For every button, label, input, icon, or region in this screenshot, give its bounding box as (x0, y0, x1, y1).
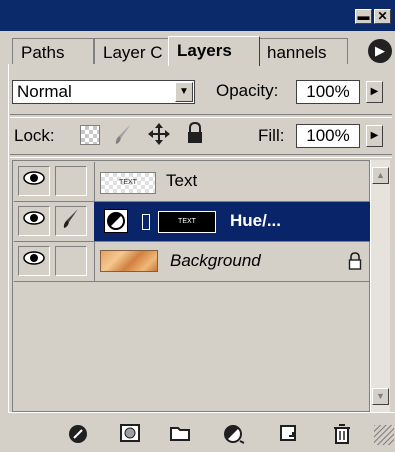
chevron-down-icon: ▼ (376, 391, 385, 401)
layer-lock-padlock-icon (348, 252, 362, 270)
tab-layers-label: Layers (177, 41, 232, 60)
opacity-input[interactable]: 100% (296, 80, 360, 104)
opacity-label: Opacity: (216, 81, 279, 100)
layer-row-text[interactable]: TEXT Text (14, 162, 370, 202)
adjustment-circle-icon (107, 212, 125, 230)
layer-link-slot[interactable] (55, 166, 87, 196)
close-icon: ✕ (377, 9, 388, 23)
layers-bottom-toolbar (8, 412, 395, 449)
new-layer-button[interactable] (276, 423, 300, 445)
chevron-down-icon: ▼ (179, 86, 189, 97)
blend-mode-select[interactable]: Normal ▼ (12, 80, 195, 104)
tab-layer-comps-label: Layer C (103, 43, 163, 62)
layer-link-slot[interactable] (55, 206, 87, 236)
add-layer-mask-icon (120, 424, 140, 442)
adjustment-layer-icon (224, 425, 245, 444)
tab-layer-comps[interactable]: Layer C (94, 38, 174, 65)
lock-all-padlock-icon[interactable] (186, 121, 204, 144)
column-divider (94, 242, 95, 281)
layers-list: TEXT Text TEXT Hue/... Background (12, 160, 370, 412)
opacity-slider-button[interactable]: ▶ (366, 81, 383, 103)
delete-trash-icon (334, 424, 350, 444)
blend-mode-value: Normal (17, 82, 72, 101)
visibility-toggle[interactable] (18, 246, 50, 276)
chevron-up-icon: ▲ (376, 170, 385, 180)
lock-transparent-icon[interactable] (80, 125, 100, 145)
tab-channels-label: hannels (267, 43, 327, 62)
divider (10, 114, 392, 118)
paintbrush-icon (63, 209, 78, 228)
column-divider (94, 162, 95, 201)
resize-grip[interactable] (374, 425, 394, 445)
divider (10, 154, 392, 158)
minimize-icon: ▬ (357, 9, 370, 23)
fill-label: Fill: (258, 126, 285, 145)
chevron-right-icon: ▶ (370, 130, 379, 141)
new-group-button[interactable] (168, 423, 192, 445)
link-layers-icon (69, 425, 87, 443)
layers-scrollbar[interactable]: ▲ ▼ (370, 160, 390, 412)
lock-image-brush-icon[interactable] (113, 122, 135, 146)
chevron-right-icon: ▶ (370, 86, 379, 97)
eye-icon (23, 171, 45, 185)
blend-mode-dropdown-arrow[interactable]: ▼ (175, 82, 193, 102)
adjustment-layer-button[interactable] (222, 423, 246, 445)
lock-position-move-icon[interactable] (147, 122, 171, 146)
eye-icon (23, 251, 45, 265)
panel-tab-row: Paths Layer C hannels Layers ▶ (8, 31, 395, 66)
fill-input[interactable]: 100% (296, 124, 360, 148)
layer-link-slot[interactable] (55, 246, 87, 276)
panel-menu-button[interactable]: ▶ (368, 39, 392, 63)
link-layers-button[interactable] (66, 423, 90, 445)
panel-menu-arrow-icon: ▶ (375, 43, 385, 58)
tab-layers[interactable]: Layers (168, 36, 260, 66)
lock-label: Lock: (14, 126, 55, 145)
minimize-button[interactable]: ▬ (355, 9, 372, 24)
visibility-toggle[interactable] (18, 166, 50, 196)
tab-paths-label: Paths (21, 43, 65, 62)
layer-row-hue-saturation[interactable]: TEXT Hue/... (14, 202, 370, 242)
adjustment-thumbnail[interactable] (104, 209, 128, 233)
add-layer-mask-button[interactable] (118, 423, 142, 445)
layer-name[interactable]: Background (170, 251, 261, 271)
new-layer-icon (280, 425, 296, 441)
layer-thumbnail: TEXT (100, 172, 156, 194)
mask-link-chain-icon[interactable] (142, 214, 150, 230)
layer-row-background[interactable]: Background (14, 242, 370, 282)
layer-name[interactable]: Text (166, 171, 197, 191)
layer-thumbnail (100, 250, 158, 272)
visibility-toggle[interactable] (18, 206, 50, 236)
panel-title-bar[interactable]: ▬ ✕ (0, 0, 395, 31)
scroll-down-button[interactable]: ▼ (372, 388, 389, 405)
delete-layer-button[interactable] (330, 423, 354, 445)
tab-channels[interactable]: hannels (258, 38, 348, 65)
eye-icon (23, 211, 45, 225)
close-button[interactable]: ✕ (374, 9, 391, 24)
fill-slider-button[interactable]: ▶ (366, 125, 383, 147)
layer-mask-thumbnail[interactable]: TEXT (158, 211, 216, 233)
tab-paths[interactable]: Paths (12, 38, 94, 65)
scroll-up-button[interactable]: ▲ (372, 167, 389, 184)
layer-name[interactable]: Hue/... (230, 211, 281, 231)
new-group-folder-icon (170, 427, 190, 441)
